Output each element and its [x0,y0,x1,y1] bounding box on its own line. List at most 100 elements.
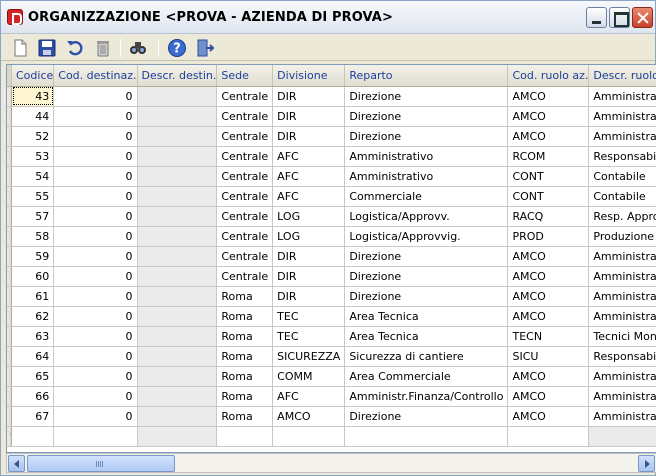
column-header[interactable]: Descr. destin. [137,65,218,87]
table-cell[interactable]: 67 [11,406,55,427]
table-cell[interactable]: Direzione [344,266,509,287]
table-cell[interactable]: AFC [272,166,346,187]
table-row[interactable]: 58 0 Centrale LOG Logistica/Approvvig. PROD Pr… [7,226,656,247]
table-cell[interactable]: DIR [272,246,346,267]
table-cell[interactable] [11,426,55,447]
table-cell[interactable]: Centrale [216,186,274,207]
scroll-left-button[interactable] [8,455,25,472]
table-cell[interactable]: Roma [216,386,274,407]
table-cell[interactable]: Direzione [344,106,509,127]
table-cell[interactable]: 0 [53,286,138,307]
column-header[interactable]: Sede [216,65,274,87]
table-cell[interactable]: 0 [53,306,138,327]
table-row[interactable]: 430 CentraleDIRDirezioneAMCOAmministrator… [7,86,656,107]
table-cell[interactable]: 0 [53,226,138,247]
table-cell[interactable]: LOG [272,226,346,247]
table-cell[interactable] [344,426,509,447]
table-row[interactable]: 600 CentraleDIRDirezioneAMCOAmministrator… [7,266,656,287]
table-cell[interactable]: 0 [53,386,138,407]
table-cell[interactable]: Centrale [216,226,274,247]
table-cell[interactable]: 0 [53,346,138,367]
table-cell[interactable]: Resp. Approvvigio [588,206,656,227]
table-cell[interactable]: Amministr.Finanza/Controllo [344,386,509,407]
table-cell[interactable] [137,426,218,447]
table-cell[interactable]: Amministratore di c [588,306,656,327]
table-row[interactable]: 57 0 Centrale LOG Logistica/Approvv. RACQ Resp… [7,206,656,227]
table-cell[interactable]: 55 [11,186,55,207]
table-cell[interactable]: Area Commerciale [344,366,509,387]
search-icon[interactable] [128,38,148,58]
table-cell[interactable]: Logistica/Approvv. [344,206,509,227]
table-cell[interactable] [272,426,346,447]
table-cell[interactable] [137,166,218,187]
table-cell[interactable]: 0 [53,106,138,127]
table-cell[interactable]: 53 [11,146,55,167]
row-selector[interactable] [7,246,12,267]
table-cell[interactable]: LOG [272,206,346,227]
table-cell[interactable]: AMCO [507,106,590,127]
table-cell[interactable]: Amministratore di c [588,106,656,127]
table-cell[interactable]: 0 [53,406,138,427]
table-cell[interactable] [137,386,218,407]
table-cell[interactable]: Roma [216,306,274,327]
table-cell[interactable]: Centrale [216,106,274,127]
table-cell[interactable]: AMCO [507,266,590,287]
table-cell[interactable] [137,186,218,207]
exit-icon[interactable] [195,38,215,58]
table-cell[interactable]: 0 [53,166,138,187]
scroll-right-button[interactable] [638,455,655,472]
row-selector[interactable] [7,126,12,147]
table-cell[interactable] [137,146,218,167]
row-selector[interactable] [7,226,12,247]
table-cell[interactable]: AFC [272,186,346,207]
table-cell[interactable]: AFC [272,386,346,407]
new-icon[interactable] [10,38,30,58]
table-cell[interactable]: PROD [507,226,590,247]
row-selector[interactable] [7,146,12,167]
table-row[interactable]: 620 RomaTECArea TecnicaAMCOAmministratore… [7,306,656,327]
table-cell[interactable]: 59 [11,246,55,267]
maximize-button[interactable] [609,7,630,28]
row-selector[interactable] [7,326,12,347]
table-cell[interactable]: Amministratore di c [588,286,656,307]
table-cell[interactable]: Tecnici Montatori / [588,326,656,347]
table-cell[interactable]: Amministratore di c [588,246,656,267]
row-selector[interactable] [7,266,12,287]
table-cell[interactable]: DIR [272,86,346,107]
table-cell[interactable]: Centrale [216,266,274,287]
table-cell[interactable]: Area Tecnica [344,326,509,347]
table-cell[interactable]: 60 [11,266,55,287]
row-selector[interactable] [7,206,12,227]
save-icon[interactable] [37,38,57,58]
table-cell[interactable]: Direzione [344,246,509,267]
table-cell[interactable]: 66 [11,386,55,407]
table-cell[interactable] [137,86,218,107]
table-row[interactable]: 520 CentraleDIRDirezioneAMCOAmministrator… [7,126,656,147]
minimize-button[interactable] [586,7,607,28]
table-cell[interactable]: 0 [53,126,138,147]
table-cell[interactable]: 54 [11,166,55,187]
table-row[interactable]: 66 0 Roma AFC Amministr.Finanza/Controllo AMC… [7,386,656,407]
table-cell[interactable]: Amministratore di c [588,406,656,427]
table-cell[interactable]: SICU [507,346,590,367]
table-cell[interactable] [137,266,218,287]
table-cell[interactable] [137,406,218,427]
table-cell[interactable]: AMCO [272,406,346,427]
data-grid[interactable]: Codice Cod. destinaz. Descr. destin. Sede Di… [6,64,656,453]
table-cell[interactable]: Responsabile Sicur [588,346,656,367]
table-cell[interactable] [216,426,274,447]
table-cell[interactable]: Direzione [344,126,509,147]
table-cell[interactable]: AMCO [507,406,590,427]
table-cell[interactable]: Roma [216,286,274,307]
table-cell[interactable]: Roma [216,326,274,347]
table-cell[interactable]: Roma [216,406,274,427]
table-cell[interactable] [588,426,656,447]
table-cell[interactable]: Produzione [588,226,656,247]
table-cell[interactable]: 0 [53,206,138,227]
column-header[interactable]: Reparto [344,65,509,87]
table-cell[interactable] [137,326,218,347]
table-cell[interactable]: 65 [11,366,55,387]
table-cell[interactable]: 0 [53,326,138,347]
table-cell[interactable]: AFC [272,146,346,167]
table-cell[interactable]: 0 [53,86,138,107]
